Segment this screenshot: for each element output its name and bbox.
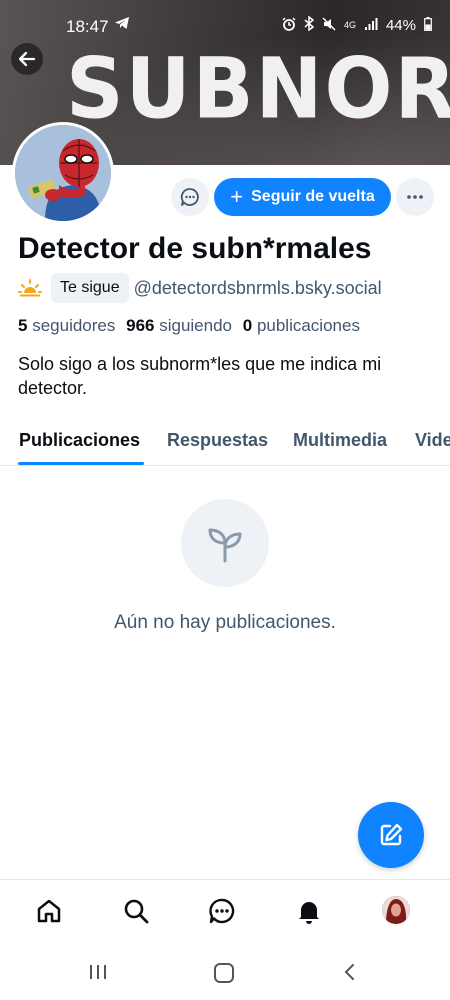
followers-count: 5 bbox=[18, 316, 28, 335]
profile-tabs: Publicaciones Respuestas Multimedia Vide bbox=[0, 418, 450, 466]
recents-icon bbox=[90, 965, 106, 979]
bottom-navigation bbox=[0, 879, 450, 949]
status-bar: 18:47 4G 44% bbox=[0, 0, 450, 52]
system-navigation-bar bbox=[0, 950, 450, 1000]
telegram-icon bbox=[114, 16, 130, 34]
compose-icon bbox=[380, 823, 403, 846]
home-system-button[interactable] bbox=[213, 962, 235, 989]
chat-bubble-icon bbox=[180, 188, 199, 206]
system-back-button[interactable] bbox=[340, 962, 360, 987]
nav-notifications[interactable] bbox=[294, 896, 324, 926]
active-tab-indicator bbox=[18, 462, 144, 465]
status-icons: 4G 44% bbox=[282, 15, 432, 35]
display-name: Detector de subn*rmales bbox=[18, 232, 372, 265]
nav-chat[interactable] bbox=[207, 896, 237, 926]
ellipsis-icon bbox=[407, 195, 423, 199]
status-time: 18:47 bbox=[66, 17, 109, 36]
avatar-image bbox=[15, 125, 111, 221]
empty-state-message: Aún no hay publicaciones. bbox=[114, 612, 336, 633]
back-button[interactable] bbox=[11, 43, 43, 75]
following-label: siguiendo bbox=[159, 316, 232, 335]
follows-you-badge: Te sigue bbox=[51, 273, 129, 303]
sun-icon bbox=[18, 279, 42, 297]
battery-icon bbox=[424, 16, 432, 35]
bell-icon bbox=[299, 902, 319, 924]
chevron-left-icon bbox=[344, 964, 354, 980]
banner-text: SUBNORMAL bbox=[66, 39, 450, 138]
network-type: 4G bbox=[343, 20, 356, 30]
seedling-icon bbox=[208, 528, 242, 563]
posts-label: publicaciones bbox=[256, 316, 360, 335]
recent-apps-button[interactable] bbox=[88, 962, 108, 987]
home-square-icon bbox=[214, 963, 234, 983]
followers-stat[interactable]: 5 seguidores bbox=[18, 316, 115, 335]
profile-handle[interactable]: @detectordsbnrmls.bsky.social bbox=[134, 278, 382, 299]
bluetooth-icon bbox=[304, 15, 315, 35]
profile-avatar[interactable] bbox=[12, 122, 114, 224]
more-options-button[interactable] bbox=[396, 178, 434, 216]
empty-state-icon-container bbox=[181, 499, 269, 587]
tab-videos[interactable]: Vide bbox=[415, 430, 450, 451]
plus-icon: + bbox=[230, 184, 244, 209]
message-button[interactable] bbox=[171, 178, 209, 216]
profile-meta-row: Te sigue @detectordsbnrmls.bsky.social bbox=[18, 272, 382, 304]
follow-back-button[interactable]: + Seguir de vuelta bbox=[214, 178, 391, 216]
tab-replies[interactable]: Respuestas bbox=[167, 430, 268, 451]
chat-icon bbox=[209, 898, 235, 924]
compose-post-button[interactable] bbox=[358, 802, 424, 868]
profile-bio: Solo sigo a los subnorm*les que me indic… bbox=[18, 354, 382, 398]
signal-icon bbox=[364, 17, 378, 35]
posts-stat: 0 publicaciones bbox=[243, 316, 360, 335]
nav-profile-avatar[interactable] bbox=[382, 896, 410, 924]
nav-search[interactable] bbox=[121, 896, 151, 926]
following-count: 966 bbox=[126, 316, 155, 335]
alarm-icon bbox=[282, 16, 296, 35]
follow-back-label: Seguir de vuelta bbox=[251, 188, 375, 205]
following-stat[interactable]: 966 siguiendo bbox=[126, 316, 232, 335]
tab-posts[interactable]: Publicaciones bbox=[19, 430, 140, 451]
tab-media[interactable]: Multimedia bbox=[293, 430, 387, 451]
mute-icon bbox=[322, 16, 336, 35]
search-icon bbox=[124, 899, 149, 924]
followers-label: seguidores bbox=[32, 316, 116, 335]
profile-stats: 5 seguidores 966 siguiendo 0 publicacion… bbox=[18, 316, 360, 336]
posts-count: 0 bbox=[242, 316, 253, 335]
avatar-image bbox=[382, 896, 410, 924]
home-icon bbox=[37, 899, 61, 923]
battery-percent: 44% bbox=[385, 17, 416, 34]
nav-home[interactable] bbox=[34, 896, 64, 926]
arrow-left-icon bbox=[18, 51, 36, 67]
